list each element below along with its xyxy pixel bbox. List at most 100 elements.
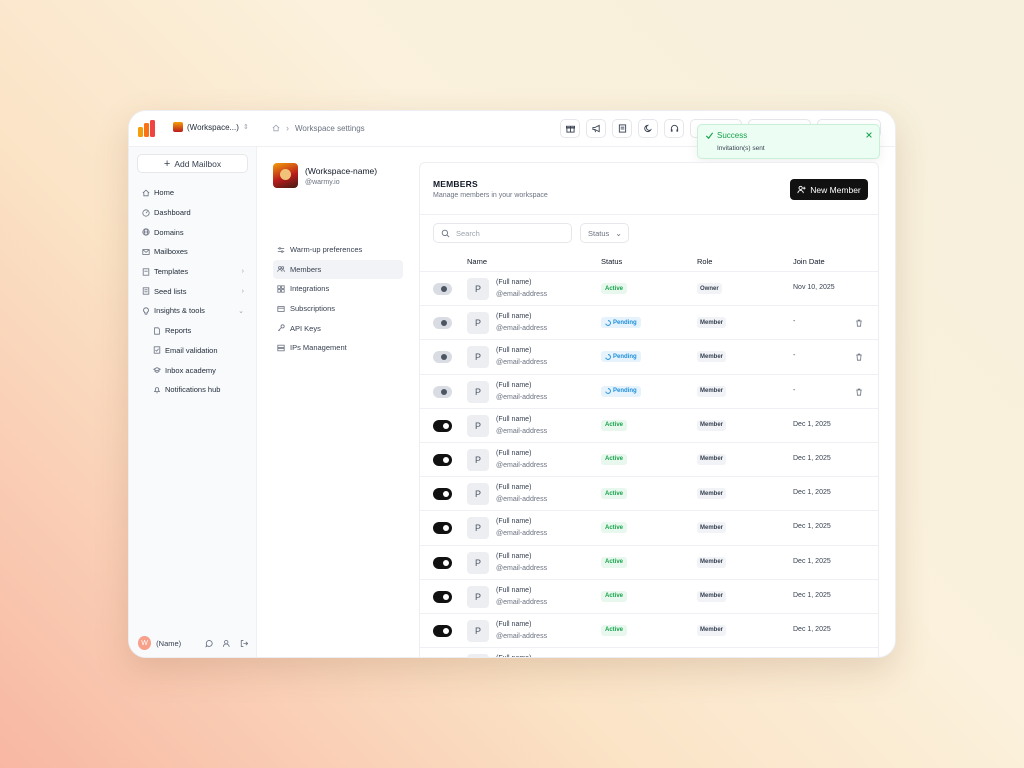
member-toggle[interactable]: [433, 419, 452, 432]
status-badge: Pending: [601, 385, 641, 397]
toggle-knob: [441, 388, 447, 395]
trash-icon[interactable]: [855, 353, 863, 361]
sidebar-item-domains[interactable]: Domains: [129, 222, 257, 242]
gift-button[interactable]: [560, 119, 580, 138]
add-mailbox-label: Add Mailbox: [174, 158, 222, 169]
member-email: @email-address: [496, 393, 548, 401]
spinner-icon: [605, 388, 611, 394]
status-badge: Active: [601, 283, 628, 294]
toggle-knob: [443, 491, 449, 498]
theme-toggle-button[interactable]: [638, 119, 658, 138]
table-row: (Full name): [420, 648, 878, 657]
table-row: P (Full name) @email-address Active Member De…: [420, 409, 878, 443]
table-row: P (Full name) @email-address Active Member De…: [420, 443, 878, 478]
gift-icon: [565, 125, 575, 133]
member-toggle[interactable]: [433, 351, 452, 364]
dashboard-icon: [142, 208, 150, 217]
settings-item-ips-management[interactable]: IPs Management: [273, 338, 403, 358]
join-date: Nov 10, 2025: [793, 284, 835, 291]
sidebar-item-notifications-hub[interactable]: Notifications hub: [129, 380, 257, 400]
role-badge: Member: [697, 453, 727, 465]
trash-icon[interactable]: [855, 319, 863, 327]
member-toggle[interactable]: [433, 385, 452, 398]
sidebar-item-label: Email validation: [165, 345, 218, 355]
status-badge-label: Pending: [613, 388, 637, 395]
logout-icon[interactable]: [240, 639, 248, 648]
table-header: Name Status Role Join Date: [420, 252, 878, 272]
settings-item-label: Members: [290, 264, 322, 274]
home-icon[interactable]: [272, 124, 280, 132]
join-date: Dec 1, 2025: [793, 625, 831, 633]
avatar: P: [467, 312, 489, 335]
user-name: (Name): [156, 638, 182, 648]
sidebar-item-inbox-academy[interactable]: Inbox academy: [129, 360, 257, 380]
column-header-role[interactable]: Role: [697, 257, 712, 266]
settings-item-warmup-preferences[interactable]: Warm-up preferences: [273, 240, 403, 260]
column-header-name[interactable]: Name: [467, 257, 487, 266]
member-toggle[interactable]: [433, 283, 452, 295]
table-row: P (Full name) @email-address Active Member De…: [420, 477, 878, 512]
search-input[interactable]: [456, 228, 566, 238]
sidebar-item-templates[interactable]: Templates ›: [129, 262, 257, 282]
workspace-switcher[interactable]: (Workspace...) ⇕: [173, 122, 249, 132]
settings-item-api-keys[interactable]: API Keys: [273, 318, 403, 338]
avatar[interactable]: W: [138, 636, 152, 650]
status-badge-label: Active: [605, 285, 624, 292]
report-icon: [154, 327, 160, 335]
support-button[interactable]: [664, 119, 684, 138]
spinner-icon: [605, 319, 611, 326]
settings-item-members[interactable]: Members: [273, 259, 403, 280]
plus-icon: +: [163, 157, 171, 170]
sidebar-item-seed-lists[interactable]: Seed lists ›: [129, 281, 257, 301]
role-badge: Member: [697, 590, 727, 602]
settings-item-integrations[interactable]: Integrations: [273, 279, 403, 299]
settings-item-label: API Keys: [290, 323, 321, 333]
status-badge: Pending: [601, 351, 641, 363]
table-row: P (Full name) @email-address Pending Member -: [420, 340, 878, 375]
sidebar-item-reports[interactable]: Reports: [129, 321, 257, 341]
member-toggle[interactable]: [433, 317, 452, 330]
chevron-right-icon: ›: [241, 268, 244, 276]
status-badge: Active: [601, 522, 628, 534]
grid-icon: [277, 285, 285, 293]
status-badge-label: Active: [605, 559, 624, 565]
settings-item-subscriptions[interactable]: Subscriptions: [273, 299, 403, 319]
member-toggle[interactable]: [433, 556, 452, 569]
member-email: @email-address: [496, 598, 548, 606]
member-toggle[interactable]: [433, 488, 452, 501]
announcements-button[interactable]: [586, 119, 606, 138]
sidebar-item-dashboard[interactable]: Dashboard: [129, 203, 257, 223]
sidebar-item-email-validation[interactable]: Email validation: [129, 341, 257, 361]
docs-button[interactable]: [612, 119, 632, 138]
bell-icon: [153, 386, 161, 393]
status-badge-label: Active: [605, 524, 624, 531]
sidebar-item-home[interactable]: Home: [129, 183, 257, 203]
sidebar-item-insights-tools[interactable]: Insights & tools ⌄: [129, 301, 257, 321]
new-member-button[interactable]: New Member: [790, 179, 868, 200]
chat-icon[interactable]: [205, 639, 213, 648]
sliders-icon: [277, 246, 285, 253]
member-toggle[interactable]: [433, 624, 452, 637]
workspace-avatar: [173, 122, 183, 132]
column-header-status[interactable]: Status: [601, 257, 622, 266]
avatar: P: [467, 619, 489, 642]
status-filter-dropdown[interactable]: Status ⌄: [580, 223, 629, 243]
app-logo-icon[interactable]: [138, 120, 156, 137]
toggle-knob: [443, 422, 449, 429]
member-toggle[interactable]: [433, 590, 452, 603]
trash-icon[interactable]: [855, 388, 863, 396]
settings-nav: Warm-up preferences Members Integrations…: [273, 240, 403, 358]
close-icon[interactable]: [865, 131, 873, 139]
join-date: -: [793, 386, 796, 394]
users-icon: [277, 266, 285, 273]
member-toggle[interactable]: [433, 522, 452, 535]
sidebar-item-mailboxes[interactable]: Mailboxes: [129, 242, 257, 262]
member-toggle[interactable]: [433, 453, 452, 466]
member-name: (Full name): [496, 655, 531, 657]
member-name: (Full name): [496, 518, 532, 526]
column-header-join-date[interactable]: Join Date: [793, 257, 825, 266]
add-mailbox-button[interactable]: + Add Mailbox: [137, 154, 248, 173]
status-badge: Pending: [601, 317, 641, 329]
user-icon[interactable]: [222, 639, 230, 648]
server-icon: [277, 344, 285, 351]
